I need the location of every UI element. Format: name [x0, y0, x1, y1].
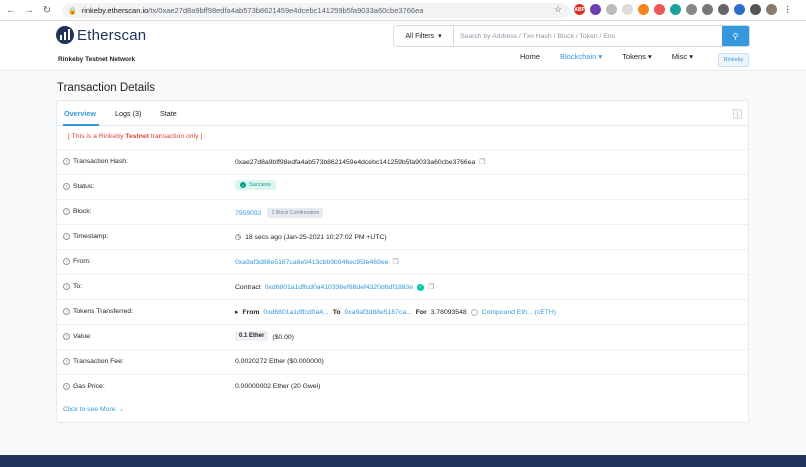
browser-toolbar: ← → ↻ 🔒 rinkeby.etherscan.io/tx/0xae27d8…	[0, 0, 806, 21]
status-badge: ✓ Success	[235, 180, 276, 190]
row-gas-price: ? Gas Price: 0.00000002 Ether (20 Gwei)	[57, 374, 748, 399]
top-nav: Home Blockchain ▾ Tokens ▾ Misc ▾	[520, 52, 693, 61]
block-link[interactable]: 7959032	[235, 210, 261, 217]
to-contract-link[interactable]: 0xd6801a1dffcd0a410336ef88def4320d6df188…	[265, 284, 413, 291]
search-bar: All Filters ▾ ⚲	[393, 25, 750, 47]
reload-icon[interactable]: ↻	[40, 3, 54, 17]
ether-value-badge: 0.1 Ether	[235, 331, 269, 341]
extension-icon[interactable]	[686, 4, 697, 15]
help-icon[interactable]: ?	[63, 258, 70, 265]
help-icon[interactable]: ?	[63, 208, 70, 215]
help-icon[interactable]: ?	[63, 158, 70, 165]
row-value: ? Value: 0.1 Ether ($0.00)	[57, 324, 748, 349]
avatar[interactable]	[766, 4, 777, 15]
transaction-card: Overview Logs (3) State ⋮ [ This is a Ri…	[56, 100, 749, 423]
help-icon[interactable]: ?	[63, 233, 70, 240]
copy-icon[interactable]: ❐	[479, 158, 485, 166]
nav-tokens[interactable]: Tokens ▾	[622, 52, 652, 61]
more-options-button[interactable]: ⋮	[733, 109, 742, 119]
row-tokens-transferred: ? Tokens Transferred: ▸ From 0xd6801a1dff…	[57, 299, 748, 324]
search-button[interactable]: ⚲	[722, 26, 749, 46]
tab-state[interactable]: State	[160, 109, 177, 118]
nav-misc[interactable]: Misc ▾	[672, 52, 693, 61]
timestamp-value: 18 secs ago (Jan-25-2021 10:27:02 PM +UT…	[245, 233, 387, 241]
metamask-fox-icon[interactable]	[638, 4, 649, 15]
active-tab-indicator	[63, 124, 99, 126]
site-footer	[0, 455, 806, 467]
check-icon: ✓	[240, 182, 246, 188]
testnet-notice: [ This is a Rinkeby Testnet transaction …	[68, 133, 203, 140]
confirmation-badge: 1 Block Confirmation	[267, 208, 324, 218]
etherscan-logo-icon	[56, 26, 74, 44]
clock-icon: ◷	[235, 234, 242, 241]
help-icon[interactable]: ?	[63, 283, 70, 290]
row-transaction-fee: ? Transaction Fee: 0.0020272 Ether ($0.00…	[57, 349, 748, 374]
extension-icon[interactable]	[734, 4, 745, 15]
logo-text: Etherscan	[77, 26, 147, 44]
see-more-link[interactable]: Click to see More ↓	[63, 406, 123, 413]
chevron-down-icon: ▾	[689, 52, 694, 61]
page-title: Transaction Details	[57, 82, 156, 94]
token-to-link[interactable]: 0xa9af3d88e5167ca...	[345, 309, 412, 316]
transaction-hash: 0xae27d8a9bff98edfa4ab573b8621459e4dcebc…	[235, 158, 476, 166]
row-transaction-hash: ? Transaction Hash: 0xae27d8a9bff98edfa4a…	[57, 149, 748, 174]
caret-right-icon: ▸	[235, 309, 239, 316]
tab-overview[interactable]: Overview	[64, 109, 96, 118]
row-status: ? Status: ✓ Success	[57, 174, 748, 199]
extension-icons: ABP ⋮	[574, 4, 793, 15]
token-icon	[470, 308, 478, 316]
camera-icon[interactable]	[718, 4, 729, 15]
row-from: ? From: 0xa9af3d88e5167ca6e9413cbb9b946ec…	[57, 249, 748, 274]
extension-icon[interactable]	[622, 4, 633, 15]
extension-icon[interactable]	[654, 4, 665, 15]
chevron-down-icon: ▾	[648, 52, 652, 61]
copy-icon[interactable]: ❐	[428, 283, 434, 291]
extension-icon[interactable]	[702, 4, 713, 15]
arrow-down-icon: ↓	[119, 406, 123, 413]
lock-icon: 🔒	[68, 7, 77, 15]
token-from-link[interactable]: 0xd6801a1dffcd0a4...	[263, 309, 328, 316]
back-icon[interactable]: ←	[4, 3, 18, 17]
address-bar[interactable]: 🔒 rinkeby.etherscan.io/tx/0xae27d8a9bff9…	[62, 3, 570, 18]
help-icon[interactable]: ?	[63, 333, 70, 340]
help-icon[interactable]: ?	[63, 358, 70, 365]
extension-icon[interactable]	[670, 4, 681, 15]
from-address-link[interactable]: 0xa9af3d88e5167ca6e9413cbb9b946ec95fe469…	[235, 259, 388, 266]
network-badge[interactable]: Rinkeby	[718, 53, 749, 67]
token-link[interactable]: Compound Eth... (cETH)	[482, 309, 556, 316]
tab-bar: Overview Logs (3) State ⋮	[57, 101, 748, 126]
tab-logs[interactable]: Logs (3)	[115, 109, 141, 118]
search-icon: ⚲	[732, 31, 739, 41]
extension-icon[interactable]	[606, 4, 617, 15]
row-block: ? Block: 7959032 1 Block Confirmation	[57, 199, 748, 224]
search-filter-select[interactable]: All Filters ▾	[394, 26, 454, 46]
bookmark-star-icon[interactable]: ☆	[554, 4, 562, 15]
network-label: Rinkeby Testnet Network	[58, 56, 136, 63]
help-icon[interactable]: ?	[63, 383, 70, 390]
row-timestamp: ? Timestamp: ◷ 18 secs ago (Jan-25-2021 10…	[57, 224, 748, 249]
chevron-down-icon: ▾	[438, 33, 442, 40]
menu-kebab-icon[interactable]: ⋮	[782, 4, 793, 15]
nav-home[interactable]: Home	[520, 52, 540, 61]
url-text: rinkeby.etherscan.io/tx/0xae27d8a9bff98e…	[81, 6, 424, 15]
row-to: ? To: Contract 0xd6801a1dffcd0a410336ef88d…	[57, 274, 748, 299]
chevron-down-icon: ▾	[598, 52, 603, 61]
puzzle-icon[interactable]	[750, 4, 761, 15]
forward-icon[interactable]: →	[22, 3, 36, 17]
etherscan-logo[interactable]: Etherscan	[56, 26, 146, 44]
adblock-extension-icon[interactable]: ABP	[574, 4, 585, 15]
help-icon[interactable]: ?	[63, 183, 70, 190]
site-header: Etherscan Rinkeby Testnet Network All Fi…	[0, 21, 806, 71]
copy-icon[interactable]: ❐	[392, 258, 398, 266]
extension-icon[interactable]	[590, 4, 601, 15]
help-icon[interactable]: ?	[63, 308, 70, 315]
nav-blockchain[interactable]: Blockchain ▾	[560, 52, 602, 61]
search-input[interactable]	[454, 26, 722, 46]
verified-check-icon: ✓	[417, 283, 425, 291]
